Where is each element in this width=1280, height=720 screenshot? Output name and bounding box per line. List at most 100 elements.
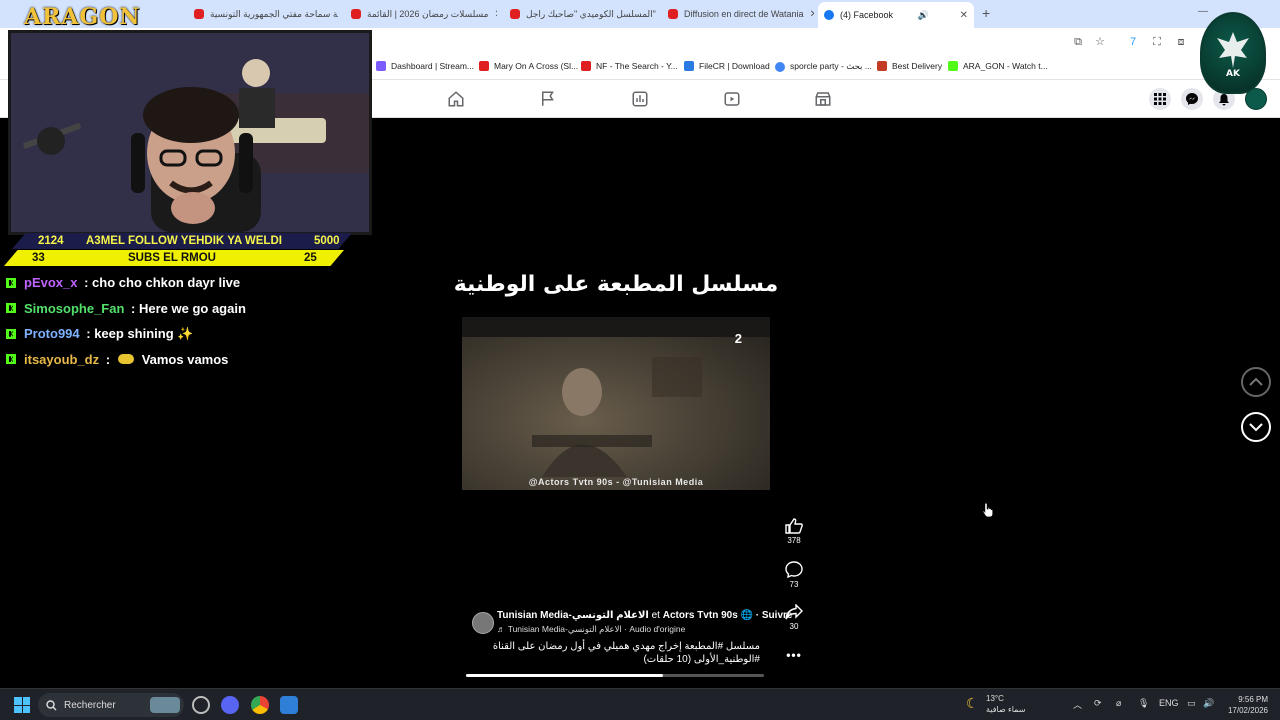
webcam-image [11, 33, 369, 232]
bookmark-item[interactable]: sporcle party - بحث ... [775, 61, 872, 72]
install-app-icon[interactable]: ⧉ [1071, 35, 1085, 49]
bookmark-label: Best Delivery [892, 61, 943, 71]
previous-reel-button[interactable] [1241, 367, 1271, 397]
author-line: Tunisian Media-الاعلام التونسي et Actors… [497, 610, 792, 621]
delivery-icon [877, 61, 887, 71]
kick-badge-icon [6, 328, 16, 339]
taskbar-search[interactable]: Rechercher [38, 693, 184, 717]
weather-temp: 13°C [986, 694, 1004, 703]
follow-text: A3MEL FOLLOW YEHDIK YA WELDI [86, 235, 282, 247]
video-icon[interactable] [723, 90, 741, 108]
youtube-icon [581, 61, 591, 71]
tab-label: المسلسل الكوميدي "صاحبك راجل" [526, 8, 656, 19]
next-reel-button[interactable] [1241, 412, 1271, 442]
chat-text: Here we go again [138, 300, 246, 316]
windows-taskbar: Rechercher ☾ 13°C سماء صافية ︿ ⟳ ⌀ 🎙 ENG… [0, 688, 1280, 720]
messenger-icon[interactable] [1181, 88, 1203, 110]
windows-start-icon[interactable] [14, 697, 30, 713]
tab-label: مسلسلات رمضان 2026 | القائمة [367, 8, 489, 19]
video-progress-bar[interactable] [466, 674, 764, 677]
audio-source[interactable]: ♬ Tunisian Media-الاعلام التونسي · Audio… [497, 624, 685, 635]
menu-grid-icon[interactable] [1149, 88, 1171, 110]
pages-flag-icon[interactable] [539, 90, 557, 108]
bookmark-label: Mary On A Cross (Sl... [494, 61, 579, 71]
language-indicator[interactable]: ENG [1159, 698, 1179, 708]
close-icon[interactable]: ✕ [804, 9, 814, 20]
hand-cursor-icon [982, 502, 994, 518]
new-tab-button[interactable]: + [982, 5, 990, 21]
microphone-icon[interactable]: 🎙 [1138, 698, 1149, 709]
marketplace-icon[interactable] [814, 90, 832, 108]
tab-label: (4) Facebook [840, 10, 894, 20]
minimize-icon[interactable]: — [1198, 6, 1208, 17]
ads-chart-icon[interactable] [631, 90, 649, 108]
bookmark-item[interactable]: NF - The Search - Y... [581, 61, 678, 71]
clock-date: 17/02/2026 [1227, 706, 1268, 715]
bookmark-label: NF - The Search - Y... [596, 61, 678, 71]
home-icon[interactable] [447, 90, 465, 108]
streamer-logo: ARAGON [24, 4, 141, 30]
tray-chevron-icon[interactable]: ︿ [1073, 698, 1082, 711]
like-button[interactable]: 378 [782, 518, 806, 545]
follow-count: 2124 [38, 235, 64, 247]
streamer-emblem-logo: AK [1200, 12, 1266, 94]
bookmark-label: FileCR | Download [699, 61, 770, 71]
bookmark-star-icon[interactable]: ☆ [1093, 35, 1107, 49]
stream-chat: pEvox_x : cho cho chkon dayr live Simoso… [6, 270, 346, 372]
speaker-icon[interactable]: 🔊 [918, 10, 929, 21]
tab-comedy-series[interactable]: المسلسل الكوميدي "صاحبك راجل" ✕ [504, 3, 656, 25]
discord-icon[interactable] [221, 696, 239, 714]
subs-goal: 25 [304, 252, 317, 264]
bookmark-label: ARA_GON - Watch t... [963, 61, 1048, 71]
wifi-off-icon[interactable]: ⌀ [1116, 698, 1121, 709]
network-icon[interactable]: ▭ [1187, 698, 1196, 709]
thumbs-up-icon [785, 518, 803, 534]
tab-watania-live[interactable]: Diffusion en direct de Watania ✕ [662, 3, 814, 25]
screenshot-icon[interactable]: ⛶ [1150, 35, 1164, 49]
tab-ramadan-series[interactable]: مسلسلات رمضان 2026 | القائمة ✕ [345, 3, 497, 25]
tab-label: كلمة سماحة مفتي الجمهورية التونسية [210, 8, 338, 19]
author-avatar[interactable] [472, 612, 494, 634]
author-name-1[interactable]: Tunisian Media-الاعلام التونسي [497, 610, 649, 621]
browser-tabbar: كلمة سماحة مفتي الجمهورية التونسية ✕ مسل… [0, 0, 1280, 28]
bookmark-item[interactable]: FileCR | Download [684, 61, 770, 71]
author-name-2[interactable]: Actors Tvtn 90s [663, 610, 738, 621]
extensions-puzzle-icon[interactable]: ⧈ [1174, 35, 1188, 49]
bookmark-item[interactable]: Mary On A Cross (Sl... [479, 61, 578, 71]
tab-facebook[interactable]: (4) Facebook 🔊 ✕ [818, 2, 974, 28]
tab-mufti-speech[interactable]: كلمة سماحة مفتي الجمهورية التونسية ✕ [188, 3, 338, 25]
youtube-icon [479, 61, 489, 71]
bookmark-label: sporcle party - بحث ... [790, 61, 872, 71]
streamlabs-icon [376, 61, 386, 71]
video-watermark: @Actors Tvtn 90s - @Tunisian Media [528, 477, 704, 487]
close-icon[interactable]: ✕ [488, 9, 497, 20]
chrome-icon[interactable] [251, 696, 269, 714]
chat-message: itsayoub_dz : Vamos vamos [6, 347, 346, 373]
chat-separator: : [80, 275, 93, 291]
follow-goal-bar: 2124 A3MEL FOLLOW YEHDIK YA WELDI 5000 [12, 233, 352, 249]
bookmark-item[interactable]: Best Delivery [877, 61, 942, 71]
follow-button[interactable]: · Suivre [756, 610, 793, 621]
sync-icon[interactable]: ⟳ [1094, 698, 1102, 709]
chat-text: keep shining ✨ [94, 325, 194, 341]
extension-icon[interactable]: 7 [1126, 35, 1140, 49]
comment-button[interactable]: 73 [782, 561, 806, 589]
more-options-icon[interactable]: ••• [782, 648, 806, 662]
task-view-icon[interactable] [192, 696, 210, 714]
close-icon[interactable]: ✕ [954, 10, 968, 21]
app-icon[interactable] [280, 696, 298, 714]
chevron-up-icon [1249, 377, 1263, 386]
screen: كلمة سماحة مفتي الجمهورية التونسية ✕ مسل… [0, 0, 1280, 720]
google-icon [775, 61, 785, 72]
youtube-icon [510, 9, 520, 19]
volume-icon[interactable]: 🔊 [1203, 698, 1214, 709]
system-clock[interactable]: 9:56 PM 17/02/2026 [1222, 694, 1268, 716]
reel-video[interactable]: 2 @Actors Tvtn 90s - @Tunisian Media [462, 317, 770, 490]
chat-message: pEvox_x : cho cho chkon dayr live [6, 270, 346, 296]
weather-widget[interactable]: ☾ 13°C سماء صافية [966, 693, 1026, 715]
bookmark-item[interactable]: Dashboard | Stream... [376, 61, 474, 71]
tab-label: Diffusion en direct de Watania [684, 9, 804, 19]
subs-count: 33 [32, 252, 45, 264]
filecr-icon [684, 61, 694, 71]
bookmark-item[interactable]: ARA_GON - Watch t... [948, 61, 1048, 71]
